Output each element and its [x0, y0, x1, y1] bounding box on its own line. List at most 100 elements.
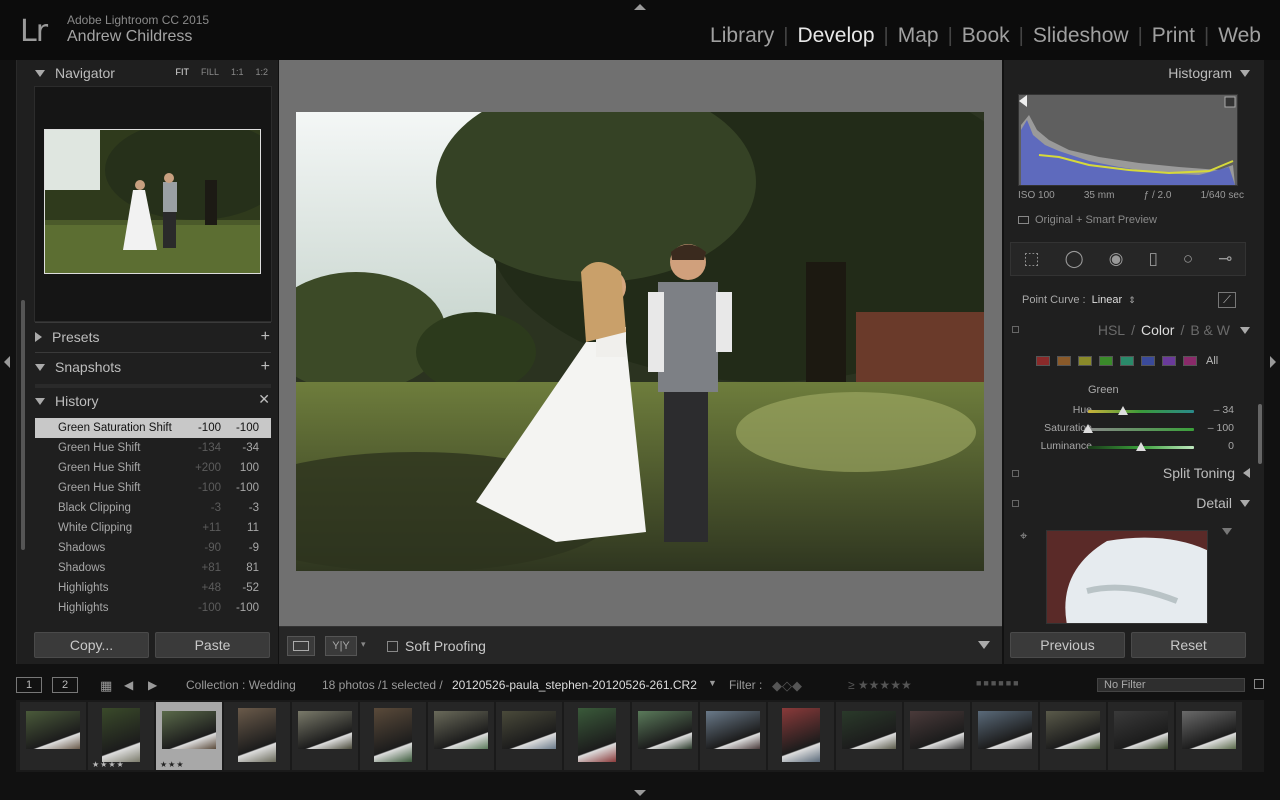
soft-proofing-checkbox[interactable] [387, 641, 398, 652]
snapshots-header[interactable]: Snapshots [35, 354, 121, 380]
history-row[interactable]: Green Hue Shift -134 -34 [35, 438, 271, 458]
filmstrip-thumbnail[interactable] [768, 702, 834, 770]
color-swatch[interactable] [1099, 356, 1113, 366]
hsl-panel-switch[interactable] [1012, 326, 1019, 333]
module-map[interactable]: Map [889, 24, 948, 48]
history-row[interactable]: Green Hue Shift -100 -100 [35, 478, 271, 498]
slider-hue[interactable]: Hue – 34 [1018, 402, 1244, 420]
color-swatch[interactable] [1141, 356, 1155, 366]
filmstrip-thumbnail[interactable]: ★★★ [156, 702, 222, 770]
slider-value[interactable]: – 34 [1214, 404, 1234, 416]
display-1-button[interactable]: 1 [16, 677, 42, 693]
before-after-dropdown-icon[interactable]: ▾ [361, 639, 366, 650]
bottom-panel-toggle-icon[interactable] [634, 790, 646, 796]
history-row[interactable]: Black Clipping -3 -3 [35, 498, 271, 518]
detail-preview-toggle-icon[interactable] [1222, 528, 1232, 535]
presets-header[interactable]: Presets [35, 324, 99, 350]
detail-target-icon[interactable]: ⌖ [1020, 528, 1027, 544]
swatch-all[interactable]: All [1206, 355, 1218, 367]
color-swatch[interactable] [1078, 356, 1092, 366]
module-book[interactable]: Book [953, 24, 1019, 48]
slider-value[interactable]: – 100 [1208, 422, 1234, 434]
slider-thumb[interactable] [1083, 424, 1093, 433]
filmstrip-thumbnail[interactable] [20, 702, 86, 770]
filmstrip-thumbnail[interactable] [904, 702, 970, 770]
filmstrip-thumbnail[interactable] [1176, 702, 1242, 770]
slider-value[interactable]: 0 [1228, 440, 1234, 452]
filename-dropdown-icon[interactable]: ▼ [708, 678, 717, 688]
crop-icon[interactable]: ⬚ [1024, 249, 1040, 269]
color-swatch[interactable] [1120, 356, 1134, 366]
tab-color[interactable]: Color [1141, 322, 1174, 338]
back-arrow-icon[interactable]: ◀ [124, 678, 133, 692]
split-toning-header[interactable]: Split Toning [1163, 460, 1250, 486]
filmstrip-thumbnail[interactable] [972, 702, 1038, 770]
zoom-fit[interactable]: FIT [175, 67, 189, 77]
color-swatch[interactable] [1183, 356, 1197, 366]
filmstrip-thumbnail[interactable] [428, 702, 494, 770]
filmstrip-thumbnail[interactable] [700, 702, 766, 770]
slider-track[interactable] [1088, 428, 1194, 431]
zoom-1-2[interactable]: 1:2 [255, 67, 268, 77]
module-develop[interactable]: Develop [788, 24, 883, 48]
filmstrip-thumbnail[interactable] [632, 702, 698, 770]
red-eye-icon[interactable]: ◉ [1109, 249, 1124, 269]
display-2-button[interactable]: 2 [52, 677, 78, 693]
add-snapshot-icon[interactable]: + [261, 358, 270, 376]
filmstrip-thumbnail[interactable] [360, 702, 426, 770]
zoom-fill[interactable]: FILL [201, 67, 219, 77]
filmstrip-thumbnail[interactable] [1108, 702, 1174, 770]
navigator-thumbnail[interactable] [44, 129, 261, 274]
filmstrip-thumbnail[interactable] [836, 702, 902, 770]
smart-preview-status[interactable]: Original + Smart Preview [1018, 214, 1157, 226]
history-row[interactable]: Shadows -90 -9 [35, 538, 271, 558]
history-row[interactable]: Highlights -100 -100 [35, 598, 271, 618]
zoom-1-1[interactable]: 1:1 [231, 67, 244, 77]
reset-button[interactable]: Reset [1131, 632, 1246, 658]
filter-select[interactable]: No Filter [1097, 678, 1245, 692]
history-row[interactable]: Shadows +81 81 [35, 558, 271, 578]
history-row[interactable]: Highlights +48 -52 [35, 578, 271, 598]
left-panel-toggle-icon[interactable] [4, 356, 10, 368]
filmstrip-thumbnail[interactable] [564, 702, 630, 770]
filmstrip-thumbnail[interactable] [292, 702, 358, 770]
history-row[interactable]: Green Hue Shift +200 100 [35, 458, 271, 478]
adjustment-brush-icon[interactable]: ⊸ [1218, 249, 1232, 269]
toolbar-menu-icon[interactable] [978, 641, 990, 649]
histogram-header[interactable]: Histogram [1168, 60, 1250, 86]
slider-thumb[interactable] [1117, 406, 1128, 415]
main-photo[interactable] [296, 112, 984, 571]
navigator-header[interactable]: Navigator [35, 60, 115, 86]
radial-filter-icon[interactable]: ○ [1183, 249, 1193, 269]
spot-removal-icon[interactable]: ◯ [1065, 249, 1084, 269]
previous-button[interactable]: Previous [1010, 632, 1125, 658]
module-slideshow[interactable]: Slideshow [1024, 24, 1138, 48]
color-swatch[interactable] [1036, 356, 1050, 366]
paste-button[interactable]: Paste [155, 632, 270, 658]
history-row[interactable]: White Clipping +11 11 [35, 518, 271, 538]
module-web[interactable]: Web [1209, 24, 1270, 48]
detail-preview[interactable] [1046, 530, 1208, 624]
detail-switch[interactable] [1012, 500, 1019, 507]
rating-filter-stars[interactable]: ≥ ★★★★★ [848, 678, 912, 692]
grid-view-icon[interactable]: ▦ [100, 678, 112, 694]
filmstrip-thumbnail[interactable] [496, 702, 562, 770]
left-panel-scrollbar[interactable] [21, 300, 25, 550]
histogram[interactable] [1018, 94, 1238, 186]
color-swatch[interactable] [1162, 356, 1176, 366]
point-curve-dropdown-icon[interactable]: ⇕ [1128, 295, 1136, 306]
color-label-filter-icons[interactable]: ■■■■■■ [976, 678, 1021, 688]
selected-filename[interactable]: 20120526-paula_stephen-20120526-261.CR2 [452, 678, 697, 692]
slider-saturation[interactable]: Saturation – 100 [1018, 420, 1244, 438]
top-panel-toggle-icon[interactable] [634, 4, 646, 10]
flag-filter-icons[interactable]: ◆◇◆ [772, 678, 802, 694]
right-panel-scrollbar[interactable] [1258, 404, 1262, 464]
forward-arrow-icon[interactable]: ▶ [148, 678, 157, 692]
tab-bw[interactable]: B & W [1190, 322, 1230, 338]
filmstrip-thumbnail[interactable] [224, 702, 290, 770]
color-swatch[interactable] [1057, 356, 1071, 366]
detail-header[interactable]: Detail [1196, 490, 1250, 516]
copy-button[interactable]: Copy... [34, 632, 149, 658]
collection-label[interactable]: Collection : Wedding [186, 678, 296, 692]
filmstrip-thumbnail[interactable]: ★★★★ [88, 702, 154, 770]
